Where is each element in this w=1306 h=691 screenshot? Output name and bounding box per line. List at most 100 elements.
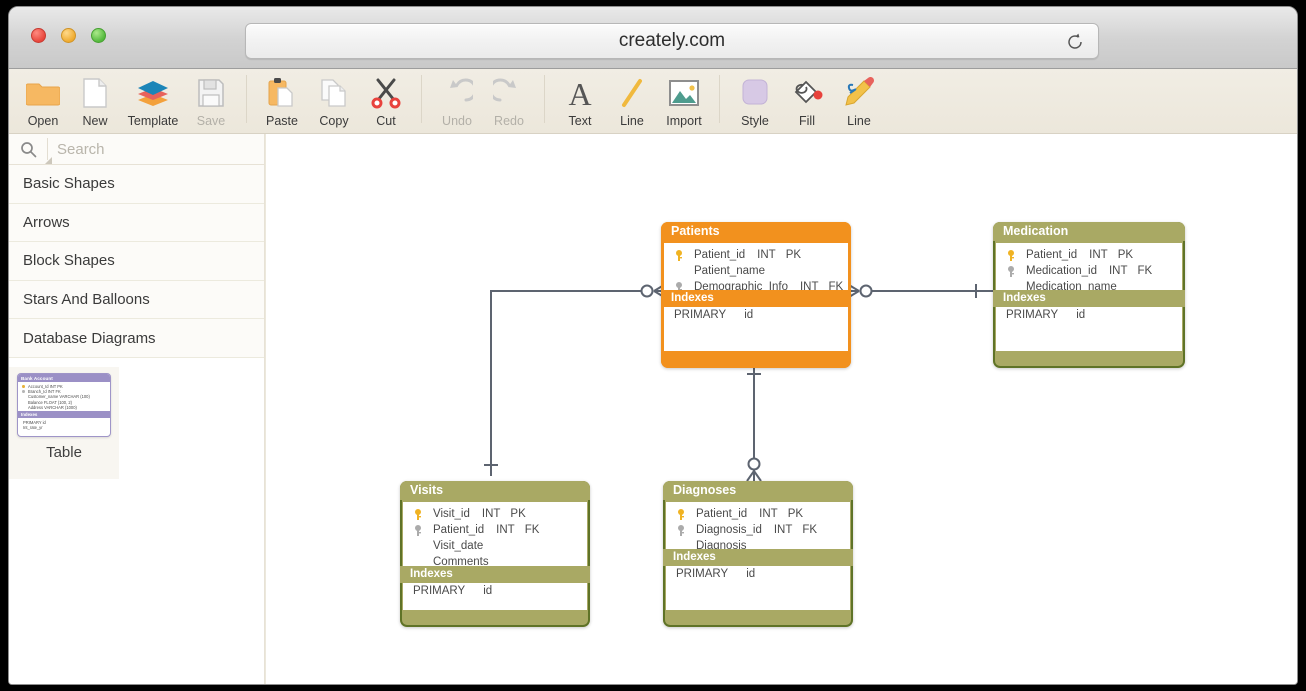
- toolbar-label: Template: [128, 114, 179, 128]
- toolbar-button-save[interactable]: Save: [185, 69, 237, 132]
- gold-key-icon: [677, 509, 685, 520]
- sidebar-item-label: Stars And Balloons: [23, 291, 150, 308]
- toolbar-button-copy[interactable]: Copy: [308, 69, 360, 132]
- index-row: PRIMARYid: [666, 566, 850, 583]
- sidebar-item-label: Database Diagrams: [23, 330, 156, 347]
- app-body: Basic Shapes Arrows Block Shapes Stars A…: [9, 134, 1297, 685]
- toolbar-button-redo[interactable]: Redo: [483, 69, 535, 132]
- toolbar-button-line-style[interactable]: Line: [833, 69, 885, 132]
- toolbar-label: Copy: [319, 114, 348, 128]
- toolbar-button-line[interactable]: Line: [606, 69, 658, 132]
- page-icon: [82, 74, 108, 112]
- search-input[interactable]: [47, 138, 247, 160]
- grey-key-icon: [677, 525, 685, 536]
- toolbar-button-paste[interactable]: Paste: [256, 69, 308, 132]
- attribute-row: Patient_name: [664, 263, 848, 279]
- address-bar[interactable]: creately.com: [245, 23, 1099, 59]
- toolbar-button-fill[interactable]: Fill: [781, 69, 833, 132]
- floppy-disk-icon: [197, 74, 225, 112]
- paint-bucket-icon: [790, 74, 824, 112]
- toolbar-button-cut[interactable]: Cut: [360, 69, 412, 132]
- toolbar-label: Redo: [494, 114, 524, 128]
- toolbar-label: Line: [620, 114, 644, 128]
- title-bar: creately.com: [9, 7, 1297, 69]
- attribute-row: Patient_idINTPK: [996, 247, 1182, 263]
- reload-icon[interactable]: [1064, 31, 1086, 53]
- zero-marker: [749, 459, 760, 470]
- toolbar-label: Style: [741, 114, 769, 128]
- toolbar-button-new[interactable]: New: [69, 69, 121, 132]
- attribute-row: Patient_idINTPK: [666, 506, 850, 522]
- shape-palette: Bank Account Account_Id INT PK Branch_Id…: [9, 359, 264, 685]
- image-icon: [667, 74, 701, 112]
- copy-pages-icon: [319, 74, 349, 112]
- rounded-square-icon: [739, 74, 771, 112]
- clipboard-icon: [267, 74, 297, 112]
- toolbar-button-style[interactable]: Style: [729, 69, 781, 132]
- sidebar-item-block-shapes[interactable]: Block Shapes: [9, 242, 264, 281]
- thumb-title: Bank Account: [18, 374, 110, 382]
- grey-key-icon: [1007, 266, 1015, 277]
- toolbar-divider: [544, 75, 545, 123]
- toolbar-divider: [421, 75, 422, 123]
- sidebar-item-basic-shapes[interactable]: Basic Shapes: [9, 165, 264, 204]
- diagram-canvas[interactable]: Patients Patient_idINTPK Patient_name: [265, 134, 1297, 685]
- entity-attributes: Visit_idINTPK Patient_idINTFK Visit_date…: [403, 502, 587, 566]
- toolbar-label: New: [82, 114, 107, 128]
- sidebar-item-stars-and-balloons[interactable]: Stars And Balloons: [9, 281, 264, 320]
- indexes-header: Indexes: [993, 290, 1185, 307]
- close-window-button[interactable]: [31, 28, 46, 43]
- toolbar-label: Fill: [799, 114, 815, 128]
- entity-diagnoses[interactable]: Diagnoses Patient_idINTPK Diagnosis_idIN…: [663, 481, 853, 627]
- sidebar-item-label: Basic Shapes: [23, 175, 115, 192]
- resize-corner-icon: [45, 157, 52, 164]
- app-toolbar: Open New Template: [9, 69, 1297, 134]
- diagonal-line-icon: [619, 74, 645, 112]
- indexes-body: PRIMARYid: [996, 307, 1182, 351]
- entity-medication[interactable]: Medication Patient_idINTPK Medication_id…: [993, 222, 1185, 368]
- entity-title: Medication: [993, 222, 1185, 241]
- toolbar-button-text[interactable]: A Text: [554, 69, 606, 132]
- toolbar-label: Import: [666, 114, 701, 128]
- toolbar-divider: [719, 75, 720, 123]
- gold-key-icon: [414, 509, 422, 520]
- toolbar-label: Text: [569, 114, 592, 128]
- gold-key-icon: [1007, 250, 1015, 261]
- sidebar-item-label: Arrows: [23, 214, 70, 231]
- toolbar-button-template[interactable]: Template: [121, 69, 185, 132]
- text-a-icon: A: [566, 74, 594, 112]
- entity-attributes: Patient_idINTPK Medication_idINTFK Medic…: [996, 243, 1182, 290]
- shape-item-table[interactable]: Bank Account Account_Id INT PK Branch_Id…: [9, 367, 119, 479]
- shapes-sidebar: Basic Shapes Arrows Block Shapes Stars A…: [9, 134, 265, 685]
- index-row: PRIMARYid: [996, 307, 1182, 324]
- entity-visits[interactable]: Visits Visit_idINTPK Patient_idINTFK: [400, 481, 590, 627]
- grey-key-icon: [414, 525, 422, 536]
- toolbar-divider: [246, 75, 247, 123]
- indexes-header: Indexes: [661, 290, 851, 307]
- shape-item-label: Table: [46, 444, 82, 461]
- sidebar-item-arrows[interactable]: Arrows: [9, 204, 264, 243]
- toolbar-label: Paste: [266, 114, 298, 128]
- search-icon: [9, 141, 47, 158]
- indexes-header: Indexes: [400, 566, 590, 583]
- many-marker: [747, 471, 761, 481]
- sidebar-item-label: Block Shapes: [23, 252, 115, 269]
- toolbar-label: Open: [28, 114, 59, 128]
- svg-text:A: A: [568, 77, 591, 109]
- zoom-window-button[interactable]: [91, 28, 106, 43]
- toolbar-button-undo[interactable]: Undo: [431, 69, 483, 132]
- minimize-window-button[interactable]: [61, 28, 76, 43]
- thumb-attr-row: Address VARCHAR (1000): [21, 405, 107, 410]
- search-row: [9, 134, 264, 165]
- attribute-row: Visit_date: [403, 538, 587, 554]
- indexes-body: PRIMARYid: [664, 307, 848, 351]
- sidebar-item-database-diagrams[interactable]: Database Diagrams: [9, 319, 264, 358]
- toolbar-button-open[interactable]: Open: [17, 69, 69, 132]
- toolbar-button-import[interactable]: Import: [658, 69, 710, 132]
- toolbar-label: Save: [197, 114, 226, 128]
- entity-patients[interactable]: Patients Patient_idINTPK Patient_name: [661, 222, 851, 368]
- entity-attributes: Patient_idINTPK Patient_name Demographic…: [664, 243, 848, 290]
- entity-title: Visits: [400, 481, 590, 500]
- table-shape-thumbnail: Bank Account Account_Id INT PK Branch_Id…: [17, 373, 111, 437]
- pencil-icon: [842, 74, 876, 112]
